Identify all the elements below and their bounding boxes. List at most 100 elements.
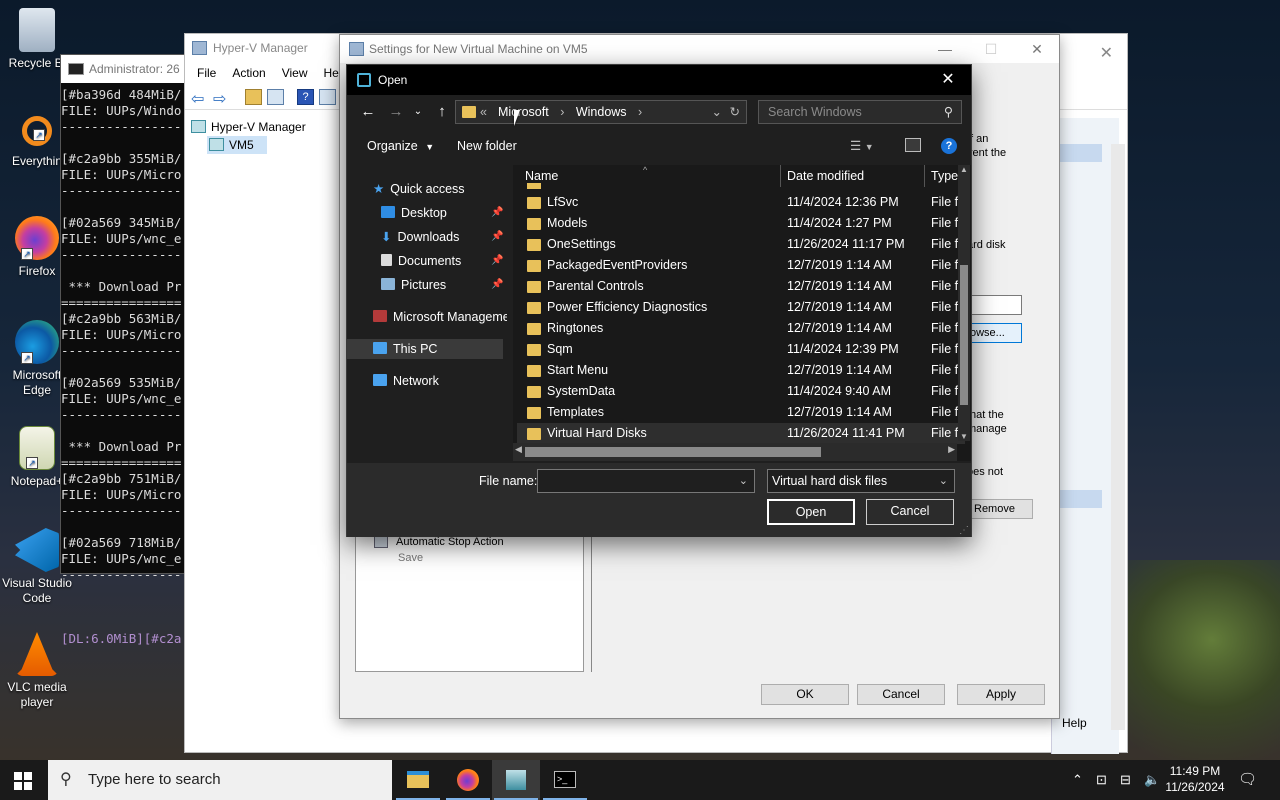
network-icon[interactable]: ⊟ [1120,760,1131,800]
file-type-select[interactable]: Virtual hard disk files ⌄ [767,469,955,493]
help-icon[interactable]: ? [941,138,957,154]
chevron-up-icon[interactable]: ⌃ [1072,760,1083,800]
scroll-up-icon[interactable]: ▲ [960,165,968,174]
file-name-input[interactable]: ⌄ [537,469,755,493]
resize-grip-icon[interactable]: ⋰ [959,525,969,536]
notifications-icon[interactable]: 🗨 [1238,760,1257,800]
hyperv-scrollbar[interactable] [1111,144,1125,730]
browse-button[interactable]: owse... [967,323,1022,343]
nav-network[interactable]: Network [373,371,439,391]
nav-mmc[interactable]: Microsoft Management Console [373,307,507,327]
security-icon[interactable]: ⊡ [1096,760,1107,800]
nav-documents[interactable]: Documents [381,251,461,271]
file-row[interactable]: Models 11/4/2024 1:27 PM File f [517,213,965,234]
close-icon[interactable]: ✕ [933,65,963,95]
terminal-window[interactable]: Administrator: 26 [#ba396d 484MiB/FILE: … [60,54,190,646]
file-row[interactable]: OneSettings 11/26/2024 11:17 PM File f [517,234,965,255]
address-bar[interactable]: « Microsoft › Windows › ⌄ ↻ [455,100,747,124]
menu-view[interactable]: View [274,62,316,84]
chevron-down-icon[interactable]: ⌄ [411,101,425,123]
new-folder-button[interactable]: New folder [457,135,517,157]
maximize-icon[interactable]: ☐ [968,35,1014,63]
up-arrow-icon[interactable]: ↑ [431,101,453,123]
taskbar-search[interactable]: ⚲ Type here to search [48,760,392,800]
help-icon[interactable]: ? [297,89,314,105]
nav-label: Documents [398,254,462,268]
show-hide-tree-icon[interactable] [267,89,284,105]
cancel-button[interactable]: Cancel [857,684,945,705]
volume-icon[interactable]: 🔈 [1144,760,1160,800]
file-name: Start Menu [547,363,609,377]
help-action[interactable]: Help [1062,716,1087,730]
search-box[interactable]: Search Windows ⚲ [758,100,962,124]
scroll-thumb[interactable] [960,265,968,405]
forward-arrow-icon[interactable]: ⇨ [213,89,230,108]
refresh-icon[interactable]: ↻ [730,101,740,123]
close-icon[interactable]: ✕ [1014,35,1060,63]
file-row[interactable]: PackagedEventProviders 12/7/2019 1:14 AM F… [517,255,965,276]
taskbar-firefox[interactable] [444,760,492,800]
scroll-right-icon[interactable]: ▶ [948,444,955,455]
file-type: File f [931,363,959,377]
minimize-icon[interactable]: — [922,35,968,63]
nav-downloads[interactable]: ⬇ Downloads [381,227,459,247]
start-button[interactable] [14,772,32,790]
open-button[interactable]: Open [767,499,855,525]
taskbar-clock[interactable]: 11:49 PM 11/26/2024 [1160,763,1230,795]
back-arrow-icon[interactable]: ⇦ [191,89,208,108]
forward-arrow-icon[interactable]: → [385,101,407,123]
chevron-down-icon[interactable]: ⌄ [939,470,948,492]
overflow-chevron-icon[interactable]: « [480,101,487,123]
file-list-vertical-scrollbar[interactable]: ▲ ▼ [958,165,970,441]
tree-item-vm5[interactable]: VM5 [207,136,267,154]
remove-button[interactable]: Remove [967,499,1033,519]
chevron-down-icon[interactable]: ⌄ [712,101,722,123]
open-file-dialog[interactable]: Open ✕ ← → ⌄ ↑ « Microsoft › Windows › ⌄… [346,64,972,537]
ok-button[interactable]: OK [761,684,849,705]
nav-desktop[interactable]: Desktop [381,203,447,223]
scroll-thumb[interactable] [525,447,821,457]
scroll-left-icon[interactable]: ◀ [515,444,522,455]
taskbar-hyperv-manager[interactable] [492,760,540,800]
scroll-down-icon[interactable]: ▼ [960,432,968,441]
path-field[interactable] [967,295,1022,315]
file-row[interactable]: LfSvc 11/4/2024 12:36 PM File f [517,192,965,213]
taskbar-file-explorer[interactable] [394,760,442,800]
file-row[interactable]: Virtual Hard Disks 11/26/2024 11:41 PM Fil… [517,423,965,444]
cancel-button[interactable]: Cancel [866,499,954,525]
chevron-right-icon[interactable]: › [560,105,564,119]
settings-titlebar[interactable]: Settings for New Virtual Machine on VM5 … [340,35,1059,63]
chevron-down-icon[interactable]: ⌄ [739,470,748,492]
back-arrow-icon[interactable]: ← [357,101,379,123]
breadcrumb-microsoft[interactable]: Microsoft [498,105,549,119]
taskbar-terminal[interactable]: >_ [541,760,589,800]
nav-this-pc[interactable]: This PC [347,339,503,359]
file-row[interactable]: Start Menu 12/7/2019 1:14 AM File f [517,360,965,381]
apply-button[interactable]: Apply [957,684,1045,705]
view-options-icon[interactable]: ☰ ▼ [850,135,874,157]
automatic-stop-action-item[interactable]: Automatic Stop Action [396,536,504,548]
menu-action[interactable]: Action [224,62,273,84]
tree-item-hyperv-manager[interactable]: Hyper-V Manager [189,118,339,136]
nav-quick-access[interactable]: ★ Quick access [373,179,465,199]
organize-button[interactable]: Organize ▼ [367,135,434,157]
dialog-titlebar[interactable]: Open ✕ [347,65,971,95]
file-row[interactable]: Parental Controls 12/7/2019 1:14 AM File f [517,276,965,297]
terminal-titlebar[interactable]: Administrator: 26 [61,55,189,83]
file-row[interactable]: Templates 12/7/2019 1:14 AM File f [517,402,965,423]
file-row[interactable]: SystemData 11/4/2024 9:40 AM File f [517,381,965,402]
breadcrumb-windows[interactable]: Windows [576,105,627,119]
nav-pictures[interactable]: Pictures [381,275,446,295]
close-icon[interactable]: ✕ [1100,40,1113,68]
file-row[interactable]: Power Efficiency Diagnostics 12/7/2019 1:… [517,297,965,318]
file-list-horizontal-scrollbar[interactable]: ◀ ▶ [513,443,957,461]
file-row[interactable]: Sqm 11/4/2024 12:39 PM File f [517,339,965,360]
menu-file[interactable]: File [189,62,224,84]
network-icon [373,374,387,386]
up-folder-icon[interactable] [245,89,262,105]
chevron-right-icon[interactable]: › [638,105,642,119]
preview-pane-icon[interactable] [905,138,921,152]
file-row[interactable]: Ringtones 12/7/2019 1:14 AM File f [517,318,965,339]
action-pane-icon[interactable] [319,89,336,105]
